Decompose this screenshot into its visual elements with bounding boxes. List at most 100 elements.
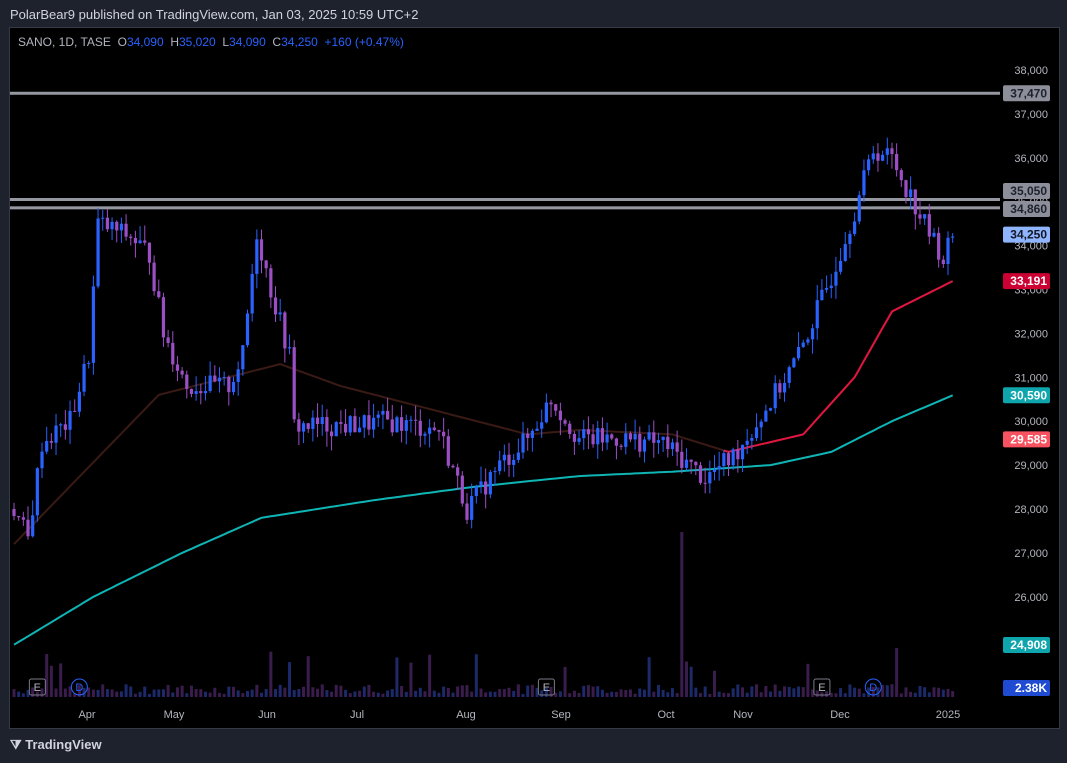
volume-bar bbox=[624, 690, 628, 697]
volume-bar bbox=[288, 662, 292, 697]
x-tick-label: Jul bbox=[350, 709, 364, 721]
candle-body bbox=[507, 454, 511, 465]
candle-body bbox=[203, 391, 208, 394]
candle-body bbox=[824, 288, 829, 290]
candle-body bbox=[77, 391, 81, 412]
candle-body bbox=[479, 481, 483, 487]
candle-body bbox=[348, 416, 352, 433]
candle-body bbox=[516, 452, 520, 460]
volume-bar bbox=[171, 692, 175, 697]
volume-bar bbox=[703, 686, 707, 697]
volume-bar bbox=[484, 692, 488, 697]
candle-body bbox=[829, 285, 833, 289]
candle-body bbox=[68, 410, 72, 430]
volume-bar bbox=[157, 689, 161, 697]
volume-bar bbox=[199, 689, 203, 697]
candle-body bbox=[428, 427, 432, 434]
candle-body bbox=[390, 419, 394, 433]
candle-body bbox=[652, 432, 656, 443]
candle-body bbox=[386, 410, 390, 420]
volume-bar bbox=[21, 693, 25, 697]
volume-bar bbox=[306, 656, 310, 697]
candle-body bbox=[731, 449, 735, 466]
candle-body bbox=[395, 417, 399, 433]
candle-body bbox=[633, 433, 637, 440]
volume-bar bbox=[222, 693, 226, 697]
candle-body bbox=[442, 431, 446, 437]
candle-body bbox=[161, 297, 166, 338]
candle-body bbox=[124, 223, 128, 237]
volume-bar bbox=[404, 691, 408, 697]
candle-body bbox=[871, 153, 875, 160]
volume-bar bbox=[175, 687, 179, 697]
volume-bar bbox=[918, 685, 922, 697]
volume-bar bbox=[633, 693, 637, 697]
candle-body bbox=[278, 312, 282, 315]
candle-body bbox=[540, 422, 544, 429]
candle-body bbox=[862, 170, 866, 196]
candle-body bbox=[325, 417, 329, 432]
candle-body bbox=[287, 347, 292, 349]
candle-body bbox=[526, 433, 530, 438]
candle-body bbox=[745, 440, 749, 445]
candle-body bbox=[530, 430, 534, 438]
candle-body bbox=[362, 415, 366, 428]
volume-bar bbox=[741, 687, 745, 697]
candle-body bbox=[768, 408, 773, 411]
x-tick-label: Nov bbox=[733, 709, 753, 721]
candle-body bbox=[708, 472, 712, 484]
candle-body bbox=[194, 391, 198, 394]
volume-bar bbox=[661, 689, 665, 697]
candle-body bbox=[810, 328, 815, 340]
volume-bar bbox=[913, 692, 917, 697]
volume-bar bbox=[647, 657, 651, 697]
volume-bar bbox=[941, 689, 945, 697]
candle-body bbox=[638, 433, 642, 452]
ma50-line bbox=[13, 280, 954, 545]
volume-bar bbox=[783, 686, 787, 697]
candle-body bbox=[236, 369, 240, 382]
ma-price-label-2: 29,585 bbox=[1010, 432, 1047, 446]
candle-body bbox=[217, 377, 222, 382]
volume-bar bbox=[325, 690, 329, 697]
y-tick-label: 38,000 bbox=[1014, 65, 1048, 77]
candle-body bbox=[820, 289, 824, 301]
candle-body bbox=[339, 422, 343, 424]
volume-bar bbox=[778, 690, 782, 697]
candle-body bbox=[918, 214, 922, 219]
volume-bar bbox=[110, 689, 114, 697]
candle-body bbox=[87, 362, 91, 364]
volume-bar bbox=[390, 689, 394, 697]
candle-body bbox=[199, 391, 203, 394]
volume-bar bbox=[689, 666, 693, 697]
volume-bar bbox=[628, 689, 632, 697]
volume-bar bbox=[731, 688, 735, 697]
candle-body bbox=[838, 260, 843, 272]
candle-body bbox=[82, 363, 86, 392]
level-price-label: 35,050 bbox=[1010, 184, 1047, 198]
candle-body bbox=[857, 195, 861, 222]
candle-body bbox=[185, 374, 189, 389]
ma200-price-label: 30,590 bbox=[1010, 388, 1047, 402]
candle-body bbox=[796, 347, 801, 359]
volume-bar bbox=[755, 684, 759, 697]
candle-body bbox=[101, 217, 105, 219]
candle-body bbox=[932, 232, 936, 237]
volume-bar bbox=[241, 693, 245, 697]
volume-bar bbox=[577, 692, 581, 697]
candle-body bbox=[736, 449, 740, 460]
change-value: +160 (+0.47%) bbox=[324, 35, 404, 49]
candle-body bbox=[465, 503, 469, 520]
volume-bar bbox=[591, 686, 595, 697]
volume-bar bbox=[381, 693, 385, 697]
volume-bar bbox=[923, 687, 927, 697]
candle-body bbox=[941, 259, 945, 265]
volume-bar bbox=[493, 691, 497, 697]
candle-body bbox=[418, 420, 422, 436]
candle-body bbox=[750, 437, 754, 441]
candle-body bbox=[535, 428, 539, 431]
volume-bar bbox=[124, 684, 128, 697]
volume-bar bbox=[437, 692, 441, 697]
candle-body bbox=[591, 434, 595, 445]
candle-body bbox=[400, 417, 404, 431]
